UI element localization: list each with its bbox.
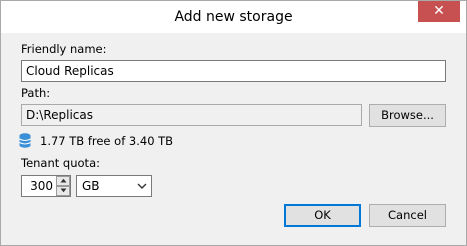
quota-stepper[interactable]: 300 [21,175,71,197]
title-bar: Add new storage ✕ [1,1,466,33]
chevron-down-icon [137,183,147,189]
path-label: Path: [21,86,51,100]
add-storage-dialog: Add new storage ✕ Friendly name: Cloud R… [0,0,467,246]
spin-down-button[interactable] [56,186,70,196]
browse-button[interactable]: Browse... [369,104,446,127]
friendly-name-label: Friendly name: [21,42,107,56]
cancel-button[interactable]: Cancel [369,204,446,227]
chevron-down-icon [60,188,66,193]
path-field[interactable]: D:\Replicas [21,104,362,126]
database-icon [19,133,31,148]
close-icon: ✕ [433,3,445,19]
dialog-title: Add new storage [174,9,293,25]
friendly-name-input[interactable]: Cloud Replicas [21,60,446,82]
close-button[interactable]: ✕ [418,1,460,22]
chevron-up-icon [60,178,66,183]
tenant-quota-label: Tenant quota: [21,156,100,170]
free-space-text: 1.77 TB free of 3.40 TB [40,134,174,148]
quota-unit-select[interactable]: GB [76,175,152,197]
quota-value[interactable]: 300 [22,176,55,196]
ok-button[interactable]: OK [284,204,361,227]
quota-unit-value: GB [82,179,100,193]
spin-up-button[interactable] [56,176,70,186]
